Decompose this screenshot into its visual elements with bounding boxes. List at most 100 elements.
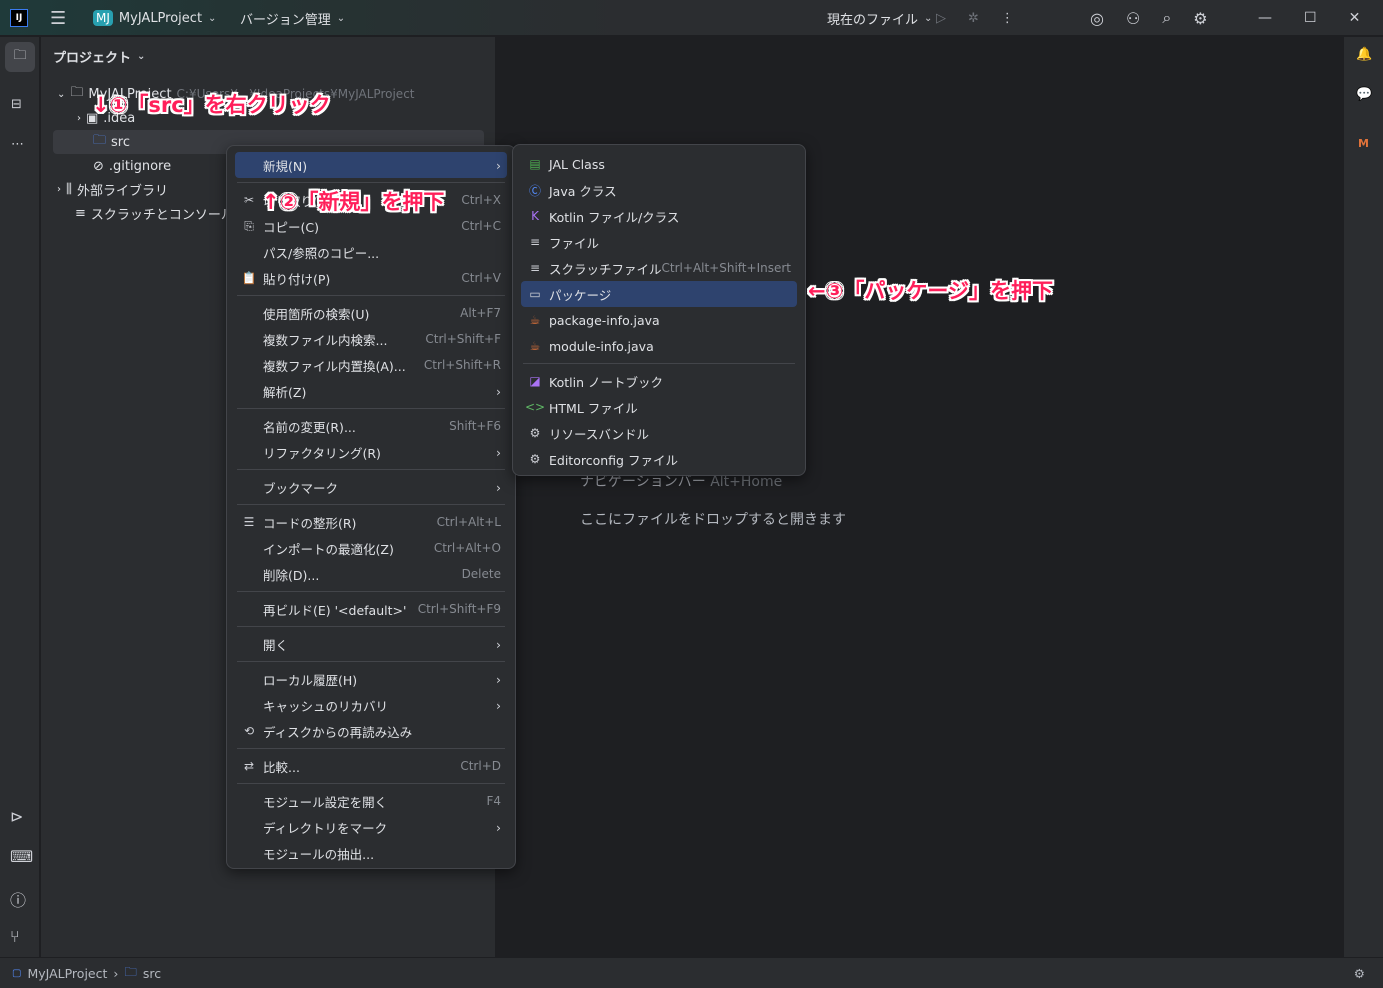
- menu-item[interactable]: ローカル履歴(H) ›: [235, 666, 507, 692]
- menu-separator: [237, 748, 505, 749]
- menu-item-label: ブックマーク: [263, 480, 339, 496]
- breadcrumb-project[interactable]: MyJALProject: [27, 966, 107, 981]
- menu-item-label: リソースバンドル: [549, 426, 650, 442]
- project-panel-title[interactable]: プロジェクト ⌄: [53, 47, 145, 66]
- run-icon[interactable]: ▷: [936, 11, 946, 26]
- annotation-step2: ↑②「新規」を押下: [262, 190, 445, 214]
- menu-item-icon: ▭: [529, 287, 541, 301]
- menu-item[interactable]: ▤ JAL Class: [521, 151, 797, 177]
- menu-item[interactable]: 複数ファイル内置換(A)... Ctrl+Shift+R: [235, 352, 507, 378]
- menu-item[interactable]: Ⓒ Java クラス: [521, 177, 797, 203]
- menu-item[interactable]: ☰ コードの整形(R) Ctrl+Alt+L: [235, 509, 507, 535]
- chevron-right-icon: ›: [496, 671, 501, 687]
- minimize-icon[interactable]: —: [1258, 10, 1272, 26]
- close-icon[interactable]: ✕: [1349, 10, 1361, 26]
- menu-item[interactable]: 新規(N) ›: [235, 152, 507, 178]
- chevron-right-icon: ›: [113, 965, 119, 981]
- menu-item[interactable]: 使用箇所の検索(U) Alt+F7: [235, 300, 507, 326]
- menu-item-label: コピー(C): [263, 219, 319, 235]
- more-icon[interactable]: ⋮: [1001, 11, 1014, 26]
- menu-item[interactable]: 📋 貼り付け(P) Ctrl+V: [235, 265, 507, 291]
- chevron-right-icon: ›: [496, 636, 501, 652]
- git-icon[interactable]: ⑂: [10, 927, 20, 946]
- menu-item[interactable]: パス/参照のコピー...: [235, 239, 507, 265]
- services-icon[interactable]: ⊳: [10, 807, 23, 826]
- menu-item[interactable]: ☕ module-info.java: [521, 333, 797, 359]
- menu-separator: [237, 408, 505, 409]
- maven-icon[interactable]: M: [1358, 137, 1369, 150]
- problems-icon[interactable]: ⓘ: [10, 887, 26, 911]
- status-settings-icon[interactable]: ⚙: [1354, 966, 1365, 981]
- menu-item-label: 削除(D)...: [263, 567, 320, 583]
- menu-item[interactable]: ブックマーク ›: [235, 474, 507, 500]
- menu-item[interactable]: ⟲ ディスクからの再読み込み: [235, 718, 507, 744]
- menu-item[interactable]: ◪ Kotlin ノートブック: [521, 368, 797, 394]
- project-tool-button[interactable]: 🗀: [5, 42, 35, 72]
- tree-item-src[interactable]: 🗀 src: [93, 130, 130, 154]
- menu-separator: [237, 469, 505, 470]
- menu-item[interactable]: モジュール設定を開く F4: [235, 788, 507, 814]
- title-bar: IJ ☰ MJ MyJALProject ⌄ バージョン管理 ⌄ 現在のファイル ⌄ …: [0, 0, 1383, 36]
- menu-item[interactable]: 開く ›: [235, 631, 507, 657]
- menu-item-icon: 📋: [241, 271, 257, 285]
- menu-item-icon: ✂: [243, 193, 255, 207]
- tree-label: .gitignore: [108, 158, 172, 174]
- notifications-icon[interactable]: 🔔: [1356, 47, 1372, 62]
- menu-item-icon: ≡: [529, 261, 541, 275]
- menu-item-label: 新規(N): [263, 158, 308, 174]
- menu-item[interactable]: ≡ スクラッチファイル Ctrl+Alt+Shift+Insert: [521, 255, 797, 281]
- menu-item[interactable]: ディレクトリをマーク ›: [235, 814, 507, 840]
- ai-chat-icon[interactable]: 💬: [1356, 87, 1372, 102]
- menu-item[interactable]: ≡ ファイル: [521, 229, 797, 255]
- terminal-icon[interactable]: ⌨: [10, 847, 33, 866]
- debug-icon[interactable]: ✲: [968, 11, 979, 26]
- menu-item[interactable]: モジュールの抽出...: [235, 840, 507, 866]
- menu-item-icon: ⚙: [529, 426, 541, 440]
- more-tools-icon[interactable]: ⋯: [11, 137, 24, 152]
- maximize-icon[interactable]: ☐: [1304, 10, 1317, 26]
- menu-item[interactable]: K Kotlin ファイル/クラス: [521, 203, 797, 229]
- menu-separator: [237, 783, 505, 784]
- menu-item-label: JAL Class: [549, 156, 605, 172]
- menu-item-icon: ⚙: [529, 452, 541, 466]
- menu-item[interactable]: ⚙ リソースバンドル: [521, 420, 797, 446]
- vcs-menu[interactable]: バージョン管理 ⌄: [240, 0, 345, 36]
- library-icon: ⫼: [66, 181, 72, 197]
- menu-item[interactable]: ⚙ Editorconfig ファイル: [521, 446, 797, 472]
- tree-item-external-libraries[interactable]: › ⫼ 外部ライブラリ: [57, 177, 168, 201]
- menu-item[interactable]: ▭ パッケージ: [521, 281, 797, 307]
- main-menu-icon[interactable]: ☰: [50, 8, 66, 29]
- menu-item[interactable]: キャッシュのリカバリ ›: [235, 692, 507, 718]
- settings-gear-icon[interactable]: ⚙: [1193, 9, 1207, 28]
- menu-item[interactable]: 解析(Z) ›: [235, 378, 507, 404]
- add-user-icon[interactable]: ⚇: [1126, 9, 1140, 28]
- breadcrumb-src[interactable]: src: [143, 966, 161, 981]
- menu-item[interactable]: 再ビルド(E) '<default>' Ctrl+Shift+F9: [235, 596, 507, 622]
- chevron-down-icon: ⌄: [208, 12, 217, 24]
- menu-item-icon: ⎘: [244, 218, 254, 233]
- menu-item[interactable]: 削除(D)... Delete: [235, 561, 507, 587]
- chevron-right-icon: ›: [496, 819, 501, 835]
- menu-item-shortcut: Ctrl+Shift+R: [423, 358, 501, 372]
- menu-item[interactable]: 複数ファイル内検索... Ctrl+Shift+F: [235, 326, 507, 352]
- tree-item-scratches[interactable]: ≡ スクラッチとコンソール: [75, 201, 234, 225]
- menu-item[interactable]: 名前の変更(R)... Shift+F6: [235, 413, 507, 439]
- menu-item[interactable]: ⇄ 比較... Ctrl+D: [235, 753, 507, 779]
- structure-icon[interactable]: ⊟: [11, 97, 22, 112]
- menu-item-label: モジュール設定を開く: [263, 794, 388, 810]
- ai-assistant-icon[interactable]: ◎: [1090, 9, 1104, 28]
- ignore-file-icon: ⊘: [93, 158, 104, 174]
- menu-item[interactable]: <> HTML ファイル: [521, 394, 797, 420]
- menu-item-label: Kotlin ノートブック: [549, 374, 663, 390]
- menu-item[interactable]: インポートの最適化(Z) Ctrl+Alt+O: [235, 535, 507, 561]
- search-icon[interactable]: ⌕: [1162, 8, 1171, 28]
- menu-item[interactable]: リファクタリング(R) ›: [235, 439, 507, 465]
- chevron-down-icon: ⌄: [137, 51, 146, 62]
- tree-item-gitignore[interactable]: ⊘ .gitignore: [93, 154, 171, 178]
- menu-item[interactable]: ☕ package-info.java: [521, 307, 797, 333]
- menu-item[interactable]: ⎘ コピー(C) Ctrl+C: [235, 213, 507, 239]
- run-config-selector[interactable]: 現在のファイル ⌄: [827, 0, 932, 36]
- menu-separator: [237, 626, 505, 627]
- scratch-icon: ≡: [75, 205, 86, 221]
- project-selector[interactable]: MJ MyJALProject ⌄: [93, 0, 216, 36]
